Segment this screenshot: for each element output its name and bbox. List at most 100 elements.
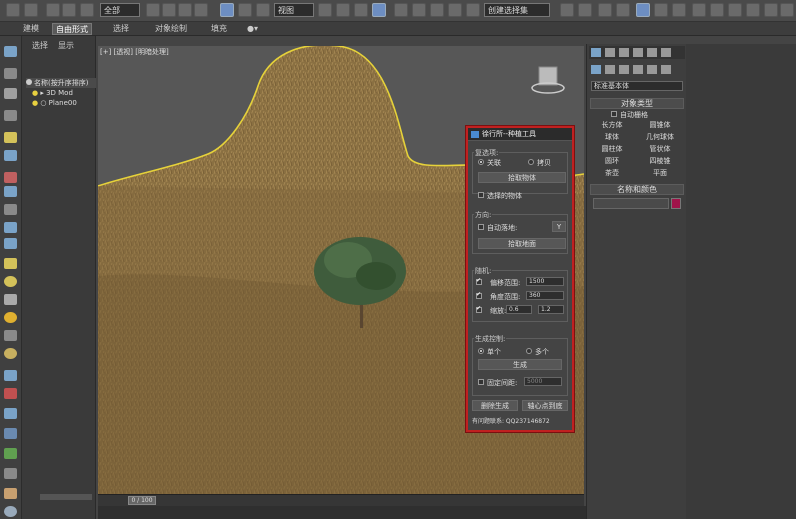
select-by-name-icon[interactable]	[162, 3, 176, 17]
helper-tool-icon[interactable]	[4, 172, 17, 183]
unlink-icon[interactable]	[62, 3, 76, 17]
modify-tab-icon[interactable]	[605, 48, 615, 57]
edit-named-sel-icon[interactable]	[448, 3, 462, 17]
tab-modeling[interactable]: 建模	[20, 23, 42, 35]
motion-tab-icon[interactable]	[633, 48, 643, 57]
scale-max-spinner[interactable]: 1.2	[538, 305, 564, 314]
pivot-center-icon[interactable]	[318, 3, 332, 17]
filter-tool-icon[interactable]	[4, 330, 17, 341]
spinner-snap-icon[interactable]	[430, 3, 444, 17]
magnet-icon[interactable]	[466, 3, 480, 17]
timeline-bar[interactable]	[98, 494, 584, 506]
grid-tool-icon[interactable]	[4, 68, 17, 79]
ribbon-toggle-icon[interactable]	[636, 3, 650, 17]
render-iterative-icon[interactable]	[780, 3, 794, 17]
camera-tool-icon[interactable]	[4, 150, 17, 161]
object-color-swatch[interactable]	[671, 198, 681, 209]
render-setup-icon[interactable]	[710, 3, 724, 17]
group-tool-icon[interactable]	[4, 222, 17, 233]
radio-instance[interactable]	[478, 159, 484, 165]
scene-item-3dmod[interactable]: ● ▸ 3D Mod	[26, 89, 96, 97]
helpers-icon[interactable]	[647, 65, 657, 74]
eye-tool-icon[interactable]	[4, 294, 17, 305]
bind-spacewarp-icon[interactable]	[80, 3, 94, 17]
redo-icon[interactable]	[24, 3, 38, 17]
snap-toggle-icon[interactable]	[372, 3, 386, 17]
radio-single[interactable]	[478, 348, 484, 354]
radio-multiple[interactable]	[526, 348, 532, 354]
primitive-type-dropdown[interactable]: 标准基本体	[591, 81, 683, 91]
radio-copy[interactable]	[528, 159, 534, 165]
teapot-icon[interactable]	[764, 3, 778, 17]
list-tool-icon[interactable]	[4, 110, 17, 121]
selection-filter-dropdown[interactable]: 全部	[100, 3, 140, 17]
pivot-to-bottom-button[interactable]: 轴心点到底	[522, 400, 568, 411]
time-slider[interactable]: 0 / 100	[128, 496, 156, 505]
angle-snap-icon[interactable]	[394, 3, 408, 17]
offset-checkbox[interactable]	[476, 277, 482, 285]
auto-ground-checkbox[interactable]	[478, 224, 484, 230]
curve-editor-icon[interactable]	[654, 3, 668, 17]
viewport-label[interactable]: [+] [透视] [明暗处理]	[100, 47, 169, 57]
select-object-icon[interactable]	[146, 3, 160, 17]
object-type-rollout[interactable]: 对象类型	[590, 98, 684, 109]
object-name-input[interactable]	[593, 198, 669, 209]
scale-min-spinner[interactable]: 0.6	[506, 305, 532, 314]
ref-coord-dropdown[interactable]: 视图	[274, 3, 314, 17]
offset-spinner[interactable]: 1500	[526, 277, 564, 286]
material-editor-icon[interactable]	[692, 3, 706, 17]
geometry-icon[interactable]	[591, 65, 601, 74]
sphere-tool-icon[interactable]	[4, 276, 17, 287]
move-icon[interactable]	[220, 3, 234, 17]
spacing-spinner[interactable]: 5000	[524, 377, 562, 386]
display-tab-icon[interactable]	[647, 48, 657, 57]
percent-snap-icon[interactable]	[412, 3, 426, 17]
scene-explorer-icon[interactable]	[616, 3, 630, 17]
cloth-tool-icon[interactable]	[4, 488, 17, 499]
teapot-button[interactable]: 茶壶	[589, 168, 635, 178]
pick-ground-button[interactable]: 拾取地面	[478, 238, 566, 249]
named-selection-dropdown[interactable]: 创建选择集	[484, 3, 550, 17]
hierarchy-tab-icon[interactable]	[619, 48, 629, 57]
sort-tool-icon[interactable]	[4, 88, 17, 99]
plane-button[interactable]: 平面	[637, 168, 683, 178]
pyramid-button[interactable]: 四棱锥	[637, 156, 683, 166]
xref-tool-icon[interactable]	[4, 238, 17, 249]
geosphere-button[interactable]: 几何球体	[637, 132, 683, 142]
ribbon-options-icon[interactable]: ●▾	[244, 23, 261, 35]
generate-button[interactable]: 生成	[478, 359, 562, 370]
scale-checkbox[interactable]	[476, 305, 482, 313]
align-icon[interactable]	[578, 3, 592, 17]
layer-manager-icon[interactable]	[598, 3, 612, 17]
material-tool-icon[interactable]	[4, 348, 17, 359]
scene-scrollbar[interactable]	[40, 494, 92, 500]
lights-icon[interactable]	[619, 65, 629, 74]
render-icon[interactable]	[746, 3, 760, 17]
biped-tool-icon[interactable]	[4, 428, 17, 439]
name-color-rollout[interactable]: 名称和颜色	[590, 184, 684, 195]
system-tool-icon[interactable]	[4, 204, 17, 215]
foliage-tool-icon[interactable]	[4, 448, 17, 459]
delete-generated-button[interactable]: 删除生成	[472, 400, 518, 411]
box-button[interactable]: 长方体	[589, 120, 635, 130]
light-tool-icon[interactable]	[4, 132, 17, 143]
globe-tool-icon[interactable]	[4, 506, 17, 517]
keyboard-shortcut-icon[interactable]	[354, 3, 368, 17]
cameras-icon[interactable]	[633, 65, 643, 74]
selected-objects-checkbox[interactable]	[478, 192, 484, 198]
shapes-icon[interactable]	[605, 65, 615, 74]
cylinder-button[interactable]: 圆柱体	[589, 144, 635, 154]
rect-select-icon[interactable]	[178, 3, 192, 17]
dialog-title[interactable]: 徐行所--种植工具	[468, 128, 572, 141]
spacewarp-tool-icon[interactable]	[4, 186, 17, 197]
shape-tool-icon[interactable]	[4, 468, 17, 479]
select-manipulate-icon[interactable]	[336, 3, 350, 17]
tab-freeform[interactable]: 自由形式	[52, 23, 92, 35]
scale-icon[interactable]	[256, 3, 270, 17]
auto-grid-checkbox[interactable]	[611, 111, 617, 117]
fixed-spacing-checkbox[interactable]	[478, 379, 484, 385]
scene-tab-display[interactable]: 显示	[58, 40, 74, 51]
particle-tool-icon[interactable]	[4, 370, 17, 381]
utilities-tab-icon[interactable]	[661, 48, 671, 57]
tab-object-paint[interactable]: 对象绘制	[152, 23, 190, 35]
